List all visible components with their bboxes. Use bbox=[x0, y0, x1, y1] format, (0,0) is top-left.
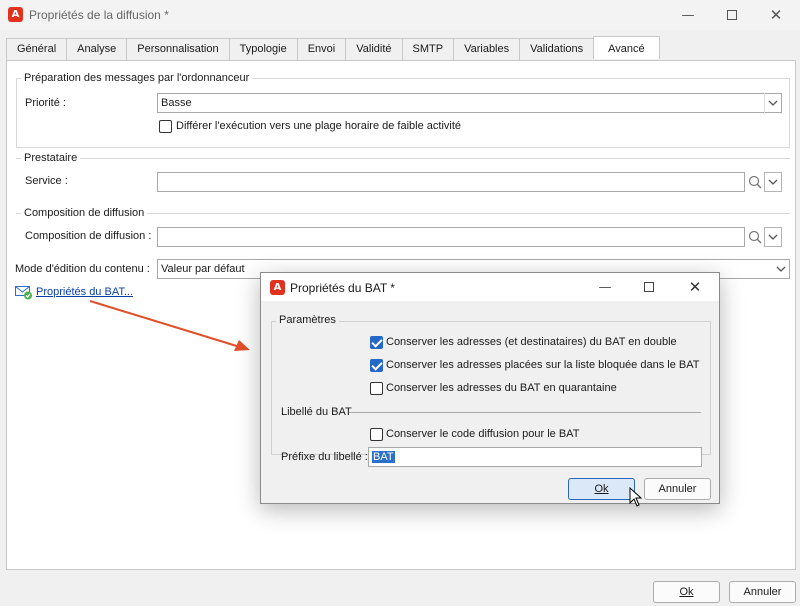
keep-quarantine-addresses-checkbox[interactable] bbox=[370, 382, 383, 395]
keep-duplicate-addresses-checkbox[interactable] bbox=[370, 336, 383, 349]
chevron-down-icon bbox=[768, 234, 778, 240]
ok-button[interactable]: Ok bbox=[653, 581, 720, 603]
bat-label-section-title: Libellé du BAT bbox=[281, 406, 352, 418]
priority-label: Priorité : bbox=[25, 97, 66, 109]
keep-delivery-code-label: Conserver le code diffusion pour le BAT bbox=[386, 428, 580, 440]
chevron-down-icon[interactable] bbox=[764, 93, 780, 113]
bat-properties-dialog: A Propriétés du BAT * — ✕ Paramètres Con… bbox=[260, 272, 720, 507]
service-dropdown-button[interactable] bbox=[764, 172, 782, 192]
dialog-cancel-button[interactable]: Annuler bbox=[644, 478, 711, 500]
defer-checkbox[interactable] bbox=[159, 120, 172, 133]
priority-select[interactable]: Basse bbox=[157, 93, 782, 113]
keep-quarantine-addresses-label: Conserver les adresses du BAT en quarant… bbox=[386, 382, 617, 394]
maximize-icon[interactable] bbox=[710, 0, 754, 30]
maximize-icon[interactable] bbox=[627, 273, 671, 301]
close-icon[interactable]: ✕ bbox=[673, 273, 717, 301]
tab-variables[interactable]: Variables bbox=[453, 38, 520, 60]
tab-analysis[interactable]: Analyse bbox=[66, 38, 127, 60]
dialog-title: Propriétés du BAT * bbox=[290, 281, 395, 295]
minimize-icon[interactable]: — bbox=[666, 0, 710, 30]
service-input[interactable] bbox=[157, 172, 745, 192]
composition-dropdown-button[interactable] bbox=[764, 227, 782, 247]
adobe-campaign-icon: A bbox=[270, 280, 285, 295]
keep-blocklisted-addresses-label: Conserver les adresses placées sur la li… bbox=[386, 359, 700, 371]
provider-group-title: Prestataire bbox=[21, 152, 81, 164]
bat-envelope-icon bbox=[15, 284, 33, 303]
mouse-cursor-icon bbox=[629, 487, 643, 507]
prefix-value: BAT bbox=[372, 451, 395, 463]
parameters-group-title: Paramètres bbox=[276, 314, 339, 326]
keep-duplicate-addresses-label: Conserver les adresses (et destinataires… bbox=[386, 336, 677, 348]
keep-blocklisted-addresses-checkbox[interactable] bbox=[370, 359, 383, 372]
tab-send[interactable]: Envoi bbox=[296, 38, 346, 60]
tab-personalization[interactable]: Personnalisation bbox=[126, 38, 229, 60]
edit-mode-label: Mode d'édition du contenu : bbox=[15, 263, 150, 275]
minimize-icon[interactable]: — bbox=[583, 273, 627, 301]
cancel-button[interactable]: Annuler bbox=[729, 581, 796, 603]
preparation-group-title: Préparation des messages par l'ordonnanc… bbox=[21, 72, 253, 84]
dialog-title-bar: A Propriétés du BAT * — ✕ bbox=[261, 273, 719, 301]
annotation-arrow-icon bbox=[89, 300, 250, 351]
close-icon[interactable]: ✕ bbox=[754, 0, 798, 30]
section-divider bbox=[349, 412, 701, 413]
tab-validity[interactable]: Validité bbox=[345, 38, 402, 60]
edit-mode-value: Valeur par défaut bbox=[161, 263, 245, 275]
keep-delivery-code-checkbox[interactable] bbox=[370, 428, 383, 441]
prefix-input[interactable]: BAT bbox=[368, 447, 702, 467]
title-bar: A Propriétés de la diffusion * — ✕ bbox=[0, 0, 800, 30]
window-title: Propriétés de la diffusion * bbox=[29, 8, 169, 22]
search-icon[interactable] bbox=[748, 175, 762, 192]
priority-value: Basse bbox=[161, 97, 192, 109]
tab-strip: Général Analyse Personnalisation Typolog… bbox=[6, 36, 660, 60]
tab-general[interactable]: Général bbox=[6, 38, 67, 60]
tab-smtp[interactable]: SMTP bbox=[401, 38, 454, 60]
adobe-campaign-icon: A bbox=[8, 7, 23, 22]
prefix-label: Préfixe du libellé : bbox=[281, 451, 368, 463]
search-icon[interactable] bbox=[748, 230, 762, 247]
service-label: Service : bbox=[25, 175, 68, 187]
tab-advanced[interactable]: Avancé bbox=[593, 36, 660, 59]
composition-input[interactable] bbox=[157, 227, 745, 247]
composition-group-title: Composition de diffusion bbox=[21, 207, 148, 219]
tab-validations[interactable]: Validations bbox=[519, 38, 594, 60]
preparation-group bbox=[16, 78, 790, 148]
dialog-ok-button[interactable]: Ok bbox=[568, 478, 635, 500]
chevron-down-icon bbox=[768, 179, 778, 185]
composition-label: Composition de diffusion : bbox=[25, 230, 152, 242]
tab-typology[interactable]: Typologie bbox=[228, 38, 297, 60]
chevron-down-icon[interactable] bbox=[773, 259, 789, 279]
defer-label: Différer l'exécution vers une plage hora… bbox=[176, 120, 462, 132]
